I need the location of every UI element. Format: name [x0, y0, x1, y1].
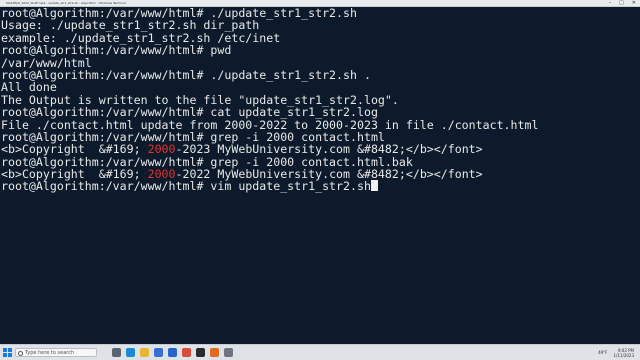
terminal-icon[interactable] [196, 348, 205, 357]
taskbar: Type here to search 49°F 9:02 PM 1/11/20… [0, 344, 640, 360]
windows-start-icon[interactable] [3, 348, 12, 357]
edge-icon[interactable] [126, 348, 135, 357]
terminal-lines: root@Algorithm:/var/www/html# ./update_s… [1, 7, 538, 193]
terminal-output[interactable]: root@Algorithm:/var/www/html# ./update_s… [0, 7, 640, 345]
taskbar-apps [112, 348, 233, 357]
window-title: Mod4Ep6_2022_Stuff.mp4 - update_str1_str… [6, 1, 126, 5]
terminal-cursor [370, 180, 378, 192]
weather-text[interactable]: 49°F [598, 350, 607, 355]
media-player-icon[interactable] [210, 348, 219, 357]
window-controls: – □ ✕ [609, 0, 636, 6]
search-icon [18, 351, 23, 356]
terminal-line: root@Algorithm:/var/www/html# vim update… [1, 179, 538, 194]
chrome-icon[interactable] [182, 348, 191, 357]
close-button[interactable]: ✕ [632, 0, 636, 6]
settings-icon[interactable] [224, 348, 233, 357]
taskbar-search-input[interactable]: Type here to search [15, 348, 97, 357]
clock[interactable]: 9:02 PM 1/11/2023 [613, 348, 634, 358]
window-titlebar: Mod4Ep6_2022_Stuff.mp4 - update_str1_str… [0, 0, 640, 7]
file-explorer-icon[interactable] [140, 348, 149, 357]
task-view-icon[interactable] [112, 348, 121, 357]
clock-date: 1/11/2023 [613, 352, 634, 358]
store-icon[interactable] [154, 348, 163, 357]
system-tray: 49°F 9:02 PM 1/11/2023 [598, 346, 634, 359]
mail-icon[interactable] [168, 348, 177, 357]
minimize-button[interactable]: – [609, 0, 612, 6]
terminal-line-text: root@Algorithm:/var/www/html# vim update… [1, 179, 371, 194]
maximize-button[interactable]: □ [619, 0, 624, 6]
terminal-line: root@Algorithm:/var/www/html# ./update_s… [1, 69, 538, 81]
search-placeholder: Type here to search [25, 350, 75, 356]
